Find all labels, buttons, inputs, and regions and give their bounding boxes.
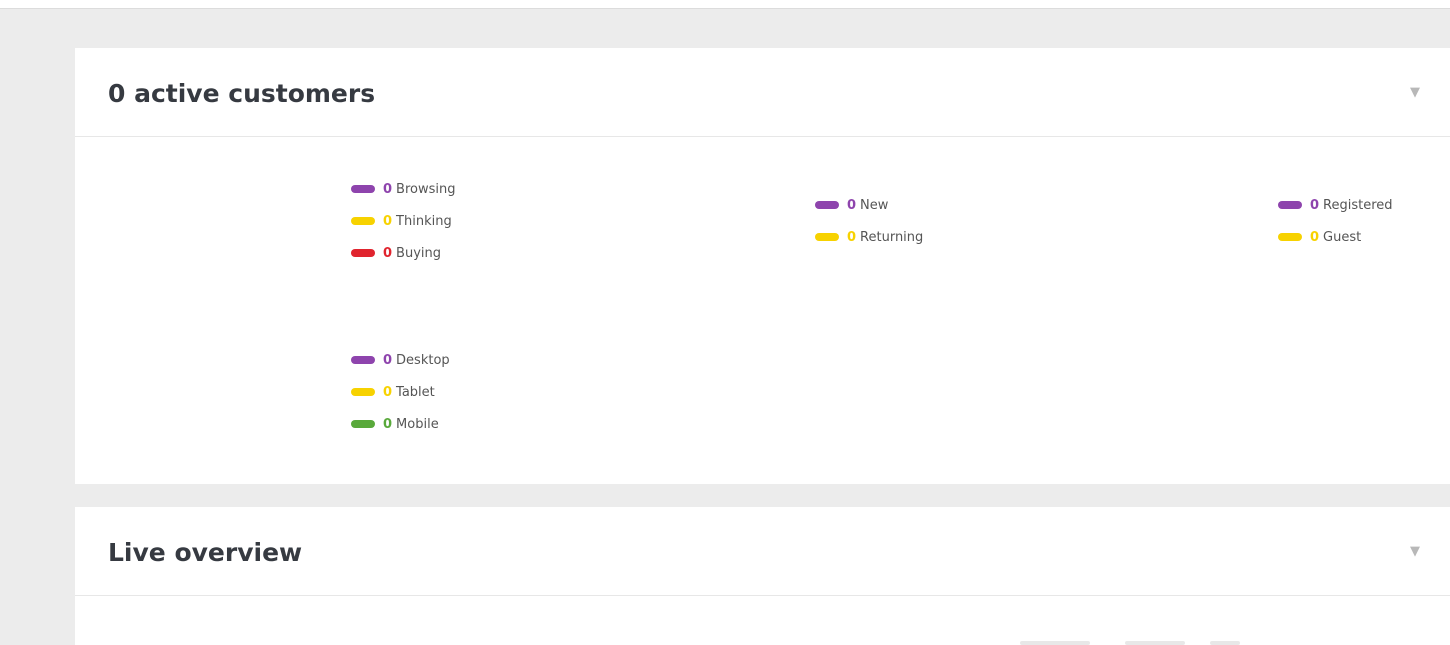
customer-newness-legend: 0 New 0 Returning xyxy=(815,189,923,253)
legend-item-tablet: 0 Tablet xyxy=(351,376,450,408)
legend-item-new: 0 New xyxy=(815,189,923,221)
legend-swatch xyxy=(351,356,375,364)
legend-label: Thinking xyxy=(396,213,452,229)
legend-count: 0 xyxy=(383,352,393,368)
legend-swatch xyxy=(351,185,375,193)
legend-item-guest: 0 Guest xyxy=(1278,221,1393,253)
legend-label: Browsing xyxy=(396,181,456,197)
legend-count: 0 xyxy=(847,197,857,213)
legend-label: Registered xyxy=(1323,197,1393,213)
live-overview-chart xyxy=(1020,637,1250,645)
legend-label: Tablet xyxy=(396,384,435,400)
chart-line-segment xyxy=(1210,641,1240,645)
legend-count: 0 xyxy=(383,416,393,432)
legend-item-returning: 0 Returning xyxy=(815,221,923,253)
legend-label: Guest xyxy=(1323,229,1362,245)
legend-swatch xyxy=(351,249,375,257)
chart-line-segment xyxy=(1020,641,1090,645)
top-bar xyxy=(0,0,1450,9)
legend-item-thinking: 0 Thinking xyxy=(351,205,456,237)
legend-count: 0 xyxy=(847,229,857,245)
legend-item-desktop: 0 Desktop xyxy=(351,344,450,376)
panel-title: Live overview xyxy=(108,538,303,567)
legend-count: 0 xyxy=(1310,229,1320,245)
legend-count: 0 xyxy=(383,245,393,261)
customer-state-legend: 0 Browsing 0 Thinking 0 Buying xyxy=(351,173,456,269)
legend-swatch xyxy=(351,388,375,396)
legend-item-browsing: 0 Browsing xyxy=(351,173,456,205)
live-overview-header: Live overview ▼ xyxy=(75,507,1450,596)
legend-swatch xyxy=(815,201,839,209)
legend-swatch xyxy=(1278,201,1302,209)
active-customers-header: 0 active customers ▼ xyxy=(75,48,1450,137)
legend-count: 0 xyxy=(1310,197,1320,213)
legend-count: 0 xyxy=(383,384,393,400)
legend-item-buying: 0 Buying xyxy=(351,237,456,269)
legend-item-mobile: 0 Mobile xyxy=(351,408,450,440)
active-customers-panel: 0 active customers ▼ 0 Browsing 0 Thinki… xyxy=(75,48,1450,484)
legend-count: 0 xyxy=(383,213,393,229)
legend-swatch xyxy=(351,217,375,225)
legend-label: Returning xyxy=(860,229,924,245)
collapse-toggle-icon[interactable]: ▼ xyxy=(1410,84,1420,102)
live-overview-panel: Live overview ▼ xyxy=(75,507,1450,645)
legend-label: Buying xyxy=(396,245,442,261)
legend-label: Desktop xyxy=(396,352,450,368)
panel-title: 0 active customers xyxy=(108,79,376,108)
legend-swatch xyxy=(1278,233,1302,241)
legend-count: 0 xyxy=(383,181,393,197)
legend-label: Mobile xyxy=(396,416,439,432)
legend-item-registered: 0 Registered xyxy=(1278,189,1393,221)
legend-swatch xyxy=(351,420,375,428)
customer-device-legend: 0 Desktop 0 Tablet 0 Mobile xyxy=(351,344,450,440)
legend-label: New xyxy=(860,197,889,213)
legend-swatch xyxy=(815,233,839,241)
collapse-toggle-icon[interactable]: ▼ xyxy=(1410,543,1420,561)
customer-registration-legend: 0 Registered 0 Guest xyxy=(1278,189,1393,253)
chart-line-segment xyxy=(1125,641,1185,645)
